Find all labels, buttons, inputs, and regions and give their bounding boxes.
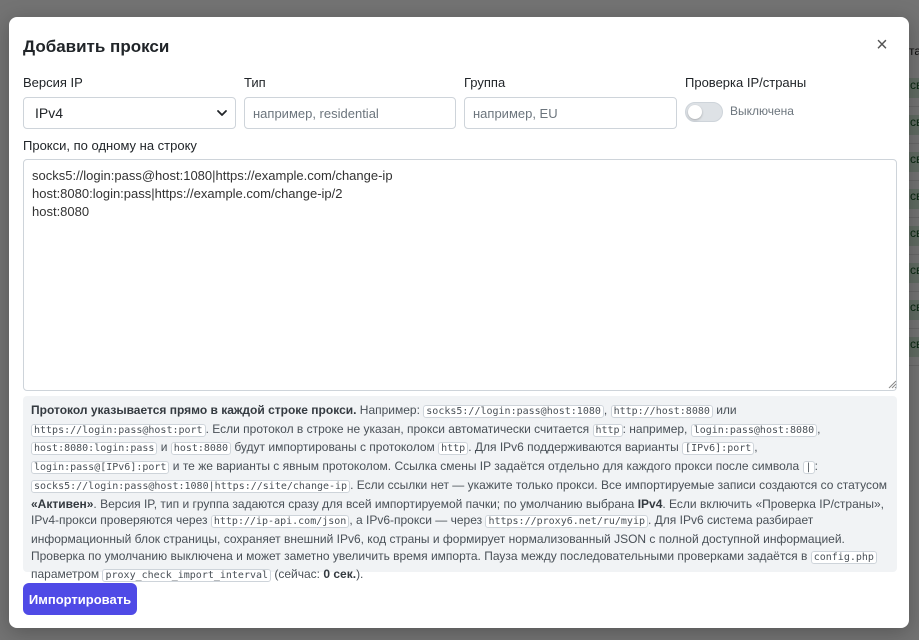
ip-check-state: Выключена — [730, 104, 794, 118]
code-snippet: login:pass@host:8080 — [690, 423, 818, 437]
code-snippet: host:8080 — [170, 442, 231, 456]
code-snippet: socks5://login:pass@host:1080|https://si… — [31, 479, 351, 493]
import-button[interactable]: Импортировать — [23, 583, 137, 615]
help-text-fragment: . Если протокол в строке не указан, прок… — [205, 421, 593, 436]
code-snippet: https://proxy6.net/ru/myip — [485, 515, 648, 529]
code-snippet: proxy_check_import_interval — [102, 569, 272, 583]
help-text-fragment: : например, — [622, 421, 691, 436]
code-snippet: http — [592, 423, 623, 437]
help-text-fragment: Протокол указывается прямо в каждой стро… — [31, 403, 357, 417]
help-text: Протокол указывается прямо в каждой стро… — [23, 396, 897, 583]
close-icon[interactable]: × — [874, 35, 890, 55]
code-snippet: login:pass@[IPv6]:port — [31, 461, 170, 475]
code-snippet: [IPv6]:port — [682, 442, 755, 456]
help-text-fragment: будут импортированы с протоколом — [230, 440, 439, 455]
code-snippet: https://login:pass@host:port — [31, 423, 206, 437]
code-snippet: http — [438, 442, 469, 456]
code-snippet: http://ip-api.com/json — [210, 515, 350, 529]
proxies-textarea[interactable] — [23, 159, 897, 391]
ip-version-label: Версия IP — [23, 75, 83, 90]
code-snippet: http://host:8080 — [610, 405, 713, 418]
help-text-fragment: Например: — [356, 403, 424, 417]
help-text-fragment: , а IPv6-прокси — через — [349, 513, 486, 528]
help-text-fragment: , — [603, 403, 611, 417]
resize-grip-icon[interactable] — [887, 379, 897, 389]
help-text-fragment: или — [712, 403, 737, 417]
ip-check-toggle[interactable] — [685, 102, 723, 122]
help-text-fragment: и — [157, 440, 171, 455]
toggle-knob — [688, 105, 702, 119]
help-text-fragment: . Для IPv6 поддерживаются варианты — [468, 440, 683, 455]
code-snippet: host:8080:login:pass — [31, 442, 158, 456]
ip-version-select[interactable]: IPv4 — [23, 97, 236, 129]
type-label: Тип — [244, 75, 266, 90]
ip-check-label: Проверка IP/страны — [685, 75, 807, 90]
help-text-fragment: и те же варианты с явным протоколом. Ссы… — [169, 459, 803, 474]
help-text-fragment: «Активен» — [31, 496, 94, 511]
help-text-fragment: . Если ссылки нет — укажите только прокс… — [350, 477, 888, 492]
type-input[interactable] — [244, 97, 456, 129]
help-text-fragment: параметром — [31, 567, 103, 582]
group-input[interactable] — [464, 97, 677, 129]
help-text-fragment: , — [754, 440, 758, 455]
help-text-fragment: ). — [356, 567, 364, 582]
help-text-fragment: , — [817, 421, 821, 436]
chevron-down-icon — [217, 110, 227, 116]
code-snippet: socks5://login:pass@host:1080 — [423, 405, 604, 418]
help-text-fragment: . Версия IP, тип и группа задаются сразу… — [93, 496, 638, 511]
help-text-fragment: 0 сек. — [323, 567, 357, 582]
modal-title: Добавить прокси — [23, 37, 170, 56]
help-text-fragment: (сейчас: — [271, 567, 324, 582]
add-proxy-modal: Добавить прокси × Версия IP IPv4 Тип Гру… — [9, 17, 909, 628]
group-label: Группа — [464, 75, 506, 90]
code-snippet: | — [802, 461, 815, 475]
ip-version-value: IPv4 — [35, 105, 64, 121]
help-text-fragment: : — [814, 459, 818, 474]
help-text-fragment: IPv4 — [637, 496, 663, 511]
proxies-label: Прокси, по одному на строку — [23, 138, 197, 153]
code-snippet: config.php — [810, 550, 877, 564]
